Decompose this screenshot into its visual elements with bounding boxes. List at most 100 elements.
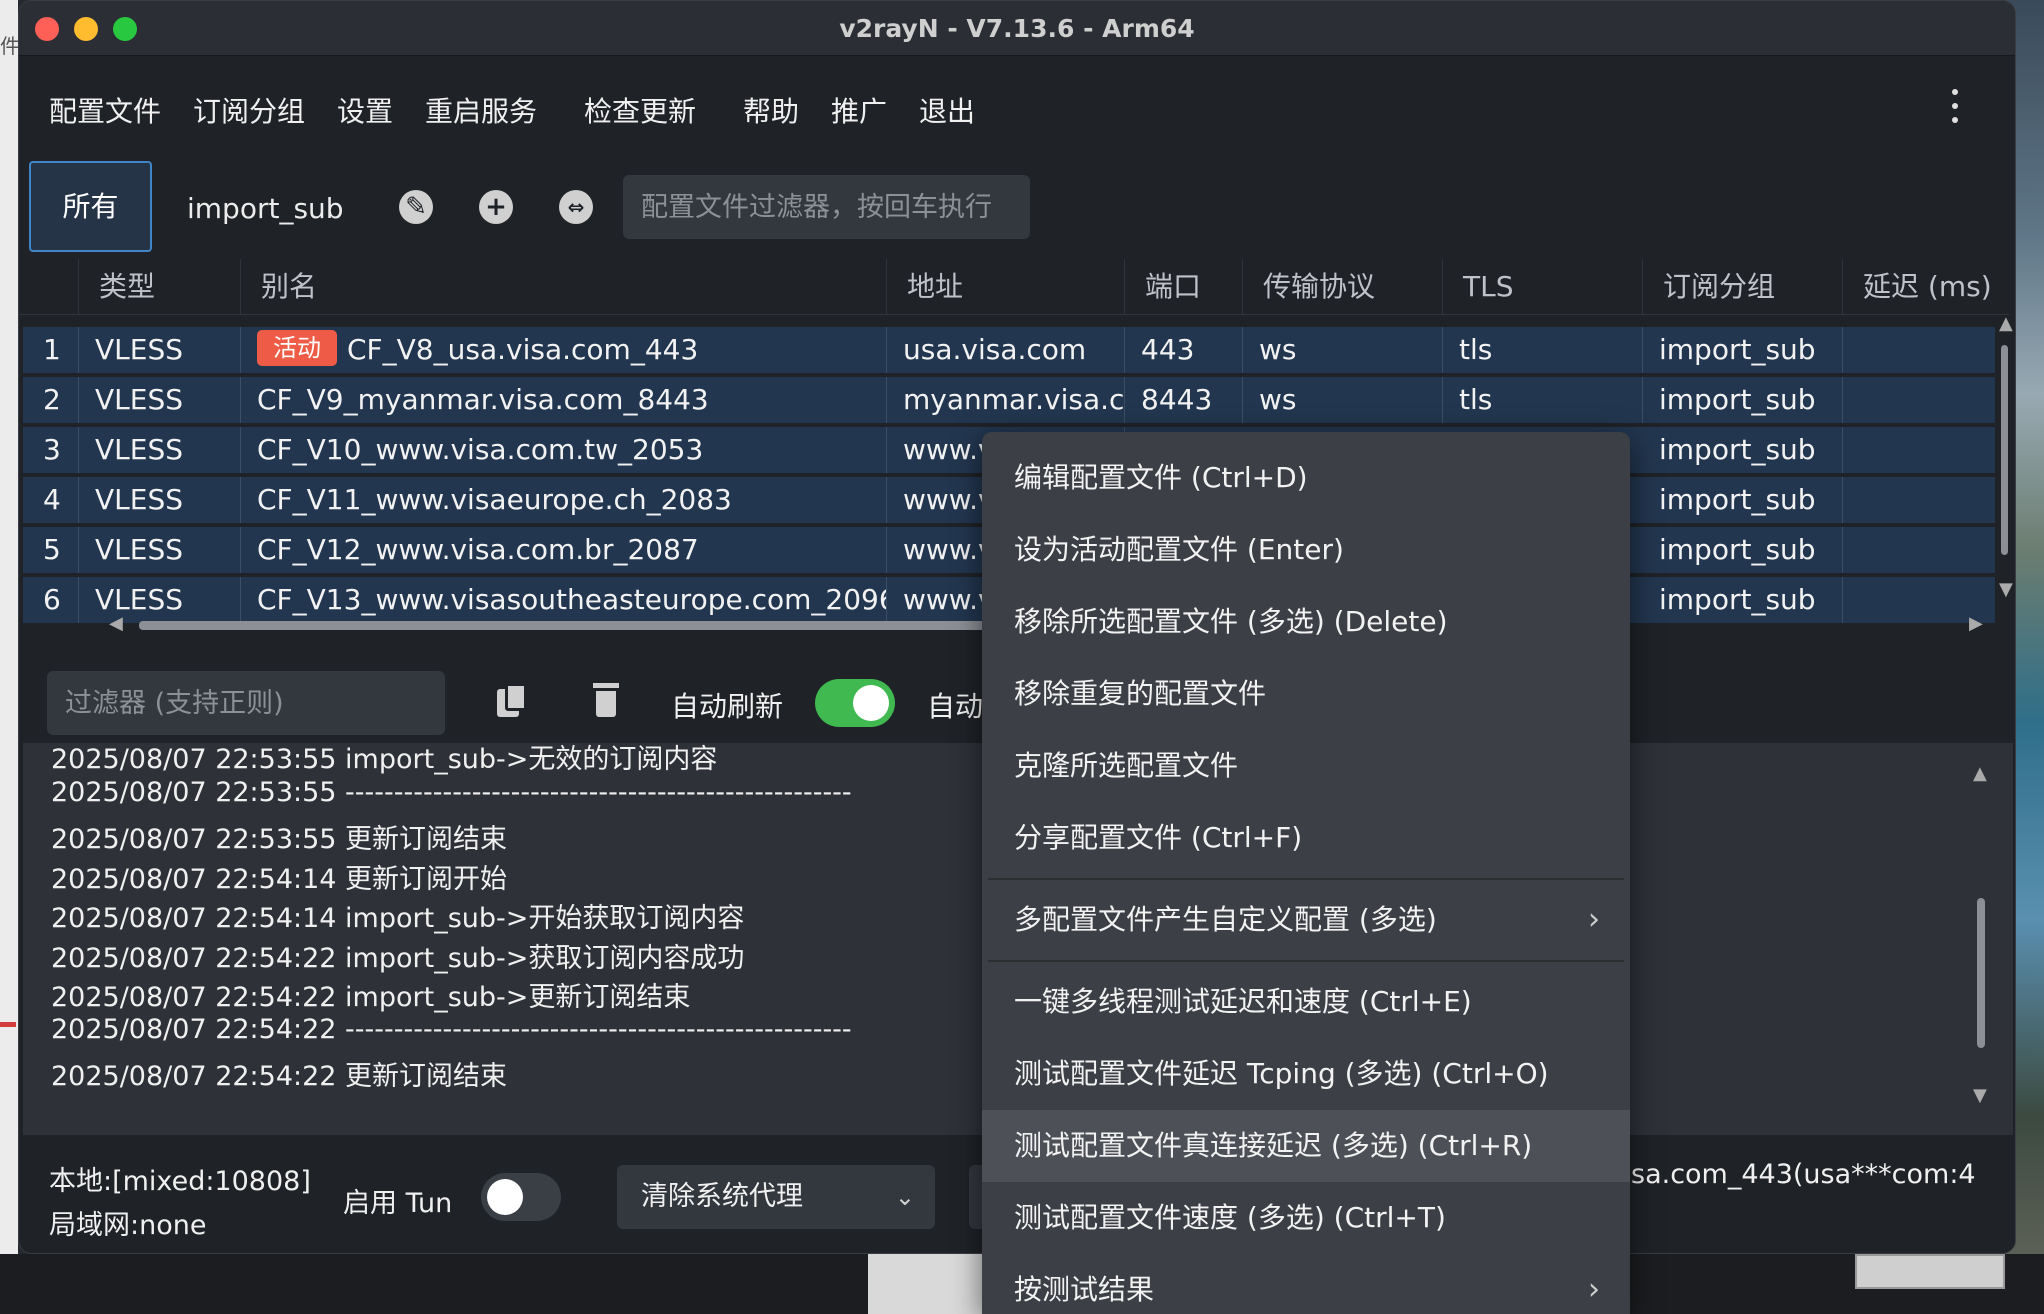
scroll-up-icon[interactable]: ▲ <box>1973 763 1987 784</box>
menu-restart-service[interactable]: 重启服务 <box>425 90 537 130</box>
row-alias: CF_V8_usa.visa.com_443 <box>347 333 699 366</box>
log-vertical-scrollbar[interactable]: ▲ ▼ <box>1973 763 1989 1113</box>
subscription-toolbar: 所有 import_sub ✎ + ⇔ <box>19 156 2015 256</box>
header-transport[interactable]: 传输协议 <box>1243 259 1443 315</box>
tun-toggle[interactable] <box>481 1173 561 1221</box>
row-type: VLESS <box>79 427 241 473</box>
menu-separator <box>988 960 1624 962</box>
menu-item-edit-profile[interactable]: 编辑配置文件 (Ctrl+D) <box>982 442 1630 514</box>
grid-vertical-scrollbar[interactable]: ▲ ▼ <box>1999 313 2013 600</box>
header-tls[interactable]: TLS <box>1443 259 1643 315</box>
add-icon[interactable]: + <box>479 190 513 224</box>
row-alias: CF_V13_www.visasoutheasteurope.com_2096 <box>241 577 887 623</box>
scrollbar-thumb[interactable] <box>1977 898 1985 1048</box>
log-filter-input[interactable] <box>47 671 445 735</box>
log-line: 2025/08/07 22:53:55 更新订阅结束 <box>51 824 508 855</box>
more-vertical-icon[interactable] <box>1949 89 1961 129</box>
menu-exit[interactable]: 退出 <box>919 90 975 130</box>
menu-profiles[interactable]: 配置文件 <box>49 90 161 130</box>
header-type[interactable]: 类型 <box>79 259 241 315</box>
menu-promotion[interactable]: 推广 <box>831 90 887 130</box>
log-line: 2025/08/07 22:54:22 import_sub->更新订阅结束 <box>51 982 691 1013</box>
row-subscription: import_sub <box>1643 577 1843 623</box>
menu-check-update[interactable]: 检查更新 <box>584 90 696 130</box>
row-transport: ws <box>1243 327 1443 373</box>
desktop-left-edge: 件 <box>0 0 20 1260</box>
scroll-right-icon[interactable]: ▶ <box>1969 613 1983 634</box>
row-latency <box>1843 327 1995 373</box>
context-menu: 编辑配置文件 (Ctrl+D) 设为活动配置文件 (Enter) 移除所选配置文… <box>982 432 1630 1314</box>
lan-status: 局域网:none <box>49 1210 207 1241</box>
menu-item-share[interactable]: 分享配置文件 (Ctrl+F) <box>982 802 1630 874</box>
row-subscription: import_sub <box>1643 327 1843 373</box>
menu-item-speed-test[interactable]: 测试配置文件速度 (多选) (Ctrl+T) <box>982 1182 1630 1254</box>
menu-item-multi-thread-test[interactable]: 一键多线程测试延迟和速度 (Ctrl+E) <box>982 966 1630 1038</box>
menu-item-custom-config[interactable]: 多配置文件产生自定义配置 (多选) › <box>982 884 1630 956</box>
header-latency[interactable]: 延迟 (ms) <box>1843 259 2009 315</box>
row-port: 443 <box>1125 327 1243 373</box>
row-port: 8443 <box>1125 377 1243 423</box>
log-line: 2025/08/07 22:54:22 import_sub->获取订阅内容成功 <box>51 943 745 974</box>
menu-item-tcping-test[interactable]: 测试配置文件延迟 Tcping (多选) (Ctrl+O) <box>982 1038 1630 1110</box>
row-type: VLESS <box>79 377 241 423</box>
edit-icon[interactable]: ✎ <box>399 190 433 224</box>
menu-item-label: 按测试结果 <box>1014 1273 1155 1306</box>
menu-item-real-delay-test[interactable]: 测试配置文件真连接延迟 (多选) (Ctrl+R) <box>982 1110 1630 1182</box>
expand-icon[interactable]: ⇔ <box>559 190 593 224</box>
table-row[interactable]: 2 VLESS CF_V9_myanmar.visa.com_8443 myan… <box>23 377 1995 423</box>
row-tls: tls <box>1443 377 1643 423</box>
profile-filter-input[interactable] <box>623 175 1030 239</box>
window-title: v2rayN - V7.13.6 - Arm64 <box>839 14 1195 43</box>
log-line: 2025/08/07 22:54:22 --------------------… <box>51 1014 852 1045</box>
row-subscription: import_sub <box>1643 427 1843 473</box>
row-subscription: import_sub <box>1643 527 1843 573</box>
chevron-right-icon: › <box>1588 1272 1600 1307</box>
menu-item-sort-by-result[interactable]: 按测试结果 › <box>982 1254 1630 1314</box>
menu-item-set-active[interactable]: 设为活动配置文件 (Enter) <box>982 514 1630 586</box>
desktop-thumbnail <box>1855 1254 2005 1289</box>
auto-scroll-label: 自动 <box>927 690 984 723</box>
tab-all[interactable]: 所有 <box>29 161 152 252</box>
row-type: VLESS <box>79 577 241 623</box>
row-index: 5 <box>23 527 79 573</box>
menu-item-clone[interactable]: 克隆所选配置文件 <box>982 730 1630 802</box>
log-line: 2025/08/07 22:53:55 import_sub->无效的订阅内容 <box>51 744 718 775</box>
local-port-status: 本地:[mixed:10808] <box>49 1166 311 1197</box>
auto-refresh-toggle[interactable] <box>815 679 895 727</box>
row-index: 3 <box>23 427 79 473</box>
row-alias: CF_V12_www.visa.com.br_2087 <box>241 527 887 573</box>
scrollbar-thumb[interactable] <box>2001 345 2008 555</box>
auto-refresh-label: 自动刷新 <box>671 690 784 723</box>
log-line: 2025/08/07 22:53:55 --------------------… <box>51 777 852 808</box>
row-index: 1 <box>23 327 79 373</box>
title-bar: v2rayN - V7.13.6 - Arm64 <box>19 1 2015 56</box>
row-index: 6 <box>23 577 79 623</box>
active-badge: 活动 <box>257 330 337 366</box>
scroll-left-icon[interactable]: ◀ <box>109 613 123 634</box>
table-row[interactable]: 1 VLESS 活动 CF_V8_usa.visa.com_443 usa.vis… <box>23 327 1995 373</box>
menu-item-remove-duplicates[interactable]: 移除重复的配置文件 <box>982 658 1630 730</box>
menu-settings[interactable]: 设置 <box>337 90 393 130</box>
system-proxy-select[interactable]: 清除系统代理 ⌄ <box>617 1165 935 1229</box>
header-alias[interactable]: 别名 <box>241 259 887 315</box>
scroll-down-icon[interactable]: ▼ <box>1999 579 2013 600</box>
tun-label: 启用 Tun <box>343 1188 453 1219</box>
desktop-red-mark <box>0 1022 16 1027</box>
log-line: 2025/08/07 22:54:14 import_sub->开始获取订阅内容 <box>51 903 745 934</box>
scrollbar-thumb[interactable] <box>139 621 1039 630</box>
header-address[interactable]: 地址 <box>887 259 1125 315</box>
scroll-up-icon[interactable]: ▲ <box>1999 313 2013 334</box>
menu-subscription-group[interactable]: 订阅分组 <box>193 90 305 130</box>
copy-icon[interactable] <box>497 683 527 717</box>
trash-icon[interactable] <box>593 683 619 717</box>
row-alias: CF_V10_www.visa.com.tw_2053 <box>241 427 887 473</box>
tab-import-sub[interactable]: import_sub <box>187 192 344 225</box>
header-port[interactable]: 端口 <box>1125 259 1243 315</box>
current-server: sa.com_443(usa***com:4 <box>1631 1159 1976 1190</box>
header-subscription[interactable]: 订阅分组 <box>1643 259 1843 315</box>
chevron-right-icon: › <box>1588 902 1600 937</box>
desktop-label: 件 <box>0 34 20 58</box>
scroll-down-icon[interactable]: ▼ <box>1973 1085 1987 1106</box>
menu-item-remove-selected[interactable]: 移除所选配置文件 (多选) (Delete) <box>982 586 1630 658</box>
menu-help[interactable]: 帮助 <box>743 90 799 130</box>
